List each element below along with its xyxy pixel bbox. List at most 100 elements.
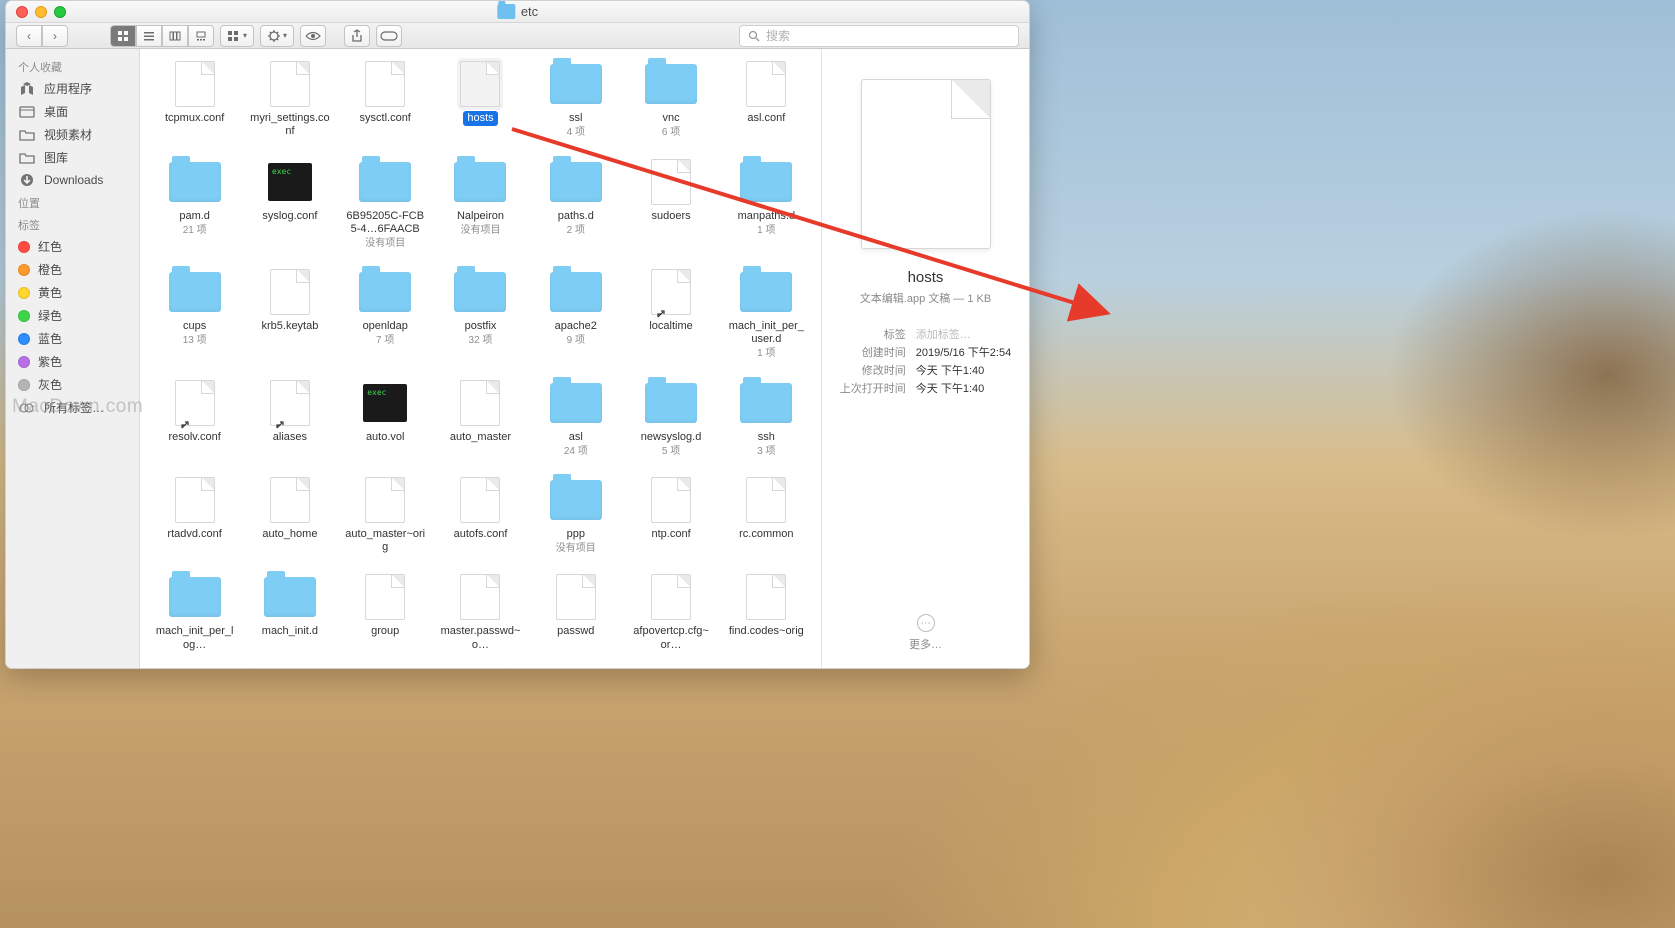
sidebar-tag-蓝色[interactable]: 蓝色 — [6, 327, 139, 350]
file-item[interactable]: hosts — [436, 61, 525, 143]
file-item[interactable]: manpaths.d1 项 — [722, 159, 811, 254]
file-item[interactable]: apache29 项 — [531, 269, 620, 364]
minimize-window-button[interactable] — [35, 6, 47, 18]
file-item[interactable]: openldap7 项 — [341, 269, 430, 364]
sidebar-item-label: 应用程序 — [44, 80, 92, 97]
file-item[interactable]: ntp.conf — [626, 477, 715, 559]
file-item[interactable]: auto_master — [436, 380, 525, 461]
close-window-button[interactable] — [16, 6, 28, 18]
column-view-button[interactable] — [162, 25, 188, 47]
file-item[interactable]: execsyslog.conf — [245, 159, 334, 254]
file-item[interactable]: vnc6 项 — [626, 61, 715, 143]
sidebar-item-label: Downloads — [44, 173, 103, 187]
folder-icon — [550, 272, 602, 312]
file-item[interactable]: auto_master~orig — [341, 477, 430, 559]
file-item[interactable]: sysctl.conf — [341, 61, 430, 143]
file-label: resolv.conf — [164, 430, 224, 445]
file-label: Nalpeiron — [453, 209, 508, 224]
file-item[interactable]: sudoers — [626, 159, 715, 254]
search-input[interactable]: 搜索 — [739, 25, 1019, 47]
file-label: cups — [179, 319, 210, 334]
sidebar-item-桌面[interactable]: 桌面 — [6, 100, 139, 123]
folder-icon — [645, 383, 697, 423]
preview-more-button[interactable]: ⋯ 更多… — [909, 594, 942, 652]
file-label: myri_settings.conf — [245, 111, 334, 139]
file-item[interactable]: afpovertcp.cfg~or… — [626, 574, 715, 656]
file-item[interactable]: aliases — [245, 380, 334, 461]
sidebar-tag-紫色[interactable]: 紫色 — [6, 350, 139, 373]
file-item[interactable]: 6B95205C-FCB5-4…6FAACB没有项目 — [341, 159, 430, 254]
folder-icon — [740, 272, 792, 312]
alias-badge-icon — [656, 306, 666, 316]
file-subtitle: 7 项 — [376, 334, 394, 347]
meta-key: 标签 — [840, 326, 906, 342]
file-item[interactable]: krb5.keytab — [245, 269, 334, 364]
tag-dot-icon — [18, 379, 30, 391]
quick-look-button[interactable] — [300, 25, 326, 47]
file-item[interactable]: passwd — [531, 574, 620, 656]
meta-value[interactable]: 添加标签… — [916, 326, 1011, 342]
file-item[interactable]: autofs.conf — [436, 477, 525, 559]
file-item[interactable]: myri_settings.conf — [245, 61, 334, 143]
file-item[interactable]: rc.common — [722, 477, 811, 559]
file-item[interactable]: pam.d21 项 — [150, 159, 239, 254]
file-item[interactable]: localtime — [626, 269, 715, 364]
share-button[interactable] — [344, 25, 370, 47]
file-item[interactable]: master.passwd~o… — [436, 574, 525, 656]
sidebar-tag-灰色[interactable]: 灰色 — [6, 373, 139, 396]
file-item[interactable]: mach_init_per_user.d1 项 — [722, 269, 811, 364]
sidebar-item-label: 绿色 — [38, 307, 62, 324]
file-item[interactable]: find.codes~orig — [722, 574, 811, 656]
sidebar-tag-黄色[interactable]: 黄色 — [6, 281, 139, 304]
sidebar-item-视频素材[interactable]: 视频素材 — [6, 123, 139, 146]
sidebar-tag-红色[interactable]: 红色 — [6, 235, 139, 258]
file-label: auto_master~orig — [341, 527, 430, 555]
file-item[interactable]: rtadvd.conf — [150, 477, 239, 559]
file-item[interactable]: asl24 项 — [531, 380, 620, 461]
file-item[interactable]: execauto.vol — [341, 380, 430, 461]
preview-kind: 文本编辑.app 文稿 — 1 KB — [860, 290, 991, 306]
file-item[interactable]: ppp没有项目 — [531, 477, 620, 559]
sidebar-item-label: 红色 — [38, 238, 62, 255]
file-item[interactable]: asl.conf — [722, 61, 811, 143]
file-item[interactable]: mach_init_per_log… — [150, 574, 239, 656]
file-item[interactable]: Nalpeiron没有项目 — [436, 159, 525, 254]
document-icon — [651, 269, 691, 315]
action-menu-button[interactable]: ▾ — [260, 25, 294, 47]
file-item[interactable]: auto_home — [245, 477, 334, 559]
preview-thumbnail — [861, 79, 991, 249]
icon-view-button[interactable] — [110, 25, 136, 47]
sidebar-item-label: 黄色 — [38, 284, 62, 301]
forward-button[interactable]: › — [42, 25, 68, 47]
file-label: ssl — [565, 111, 586, 126]
file-item[interactable]: newsyslog.d5 项 — [626, 380, 715, 461]
file-item[interactable]: group — [341, 574, 430, 656]
sidebar-item-downloads[interactable]: Downloads — [6, 169, 139, 191]
sidebar-tag-橙色[interactable]: 橙色 — [6, 258, 139, 281]
document-icon — [270, 269, 310, 315]
file-item[interactable]: tcpmux.conf — [150, 61, 239, 143]
sidebar-item-图库[interactable]: 图库 — [6, 146, 139, 169]
sidebar-section-locations: 位置 — [6, 191, 139, 213]
group-by-button[interactable]: ▾ — [220, 25, 254, 47]
file-subtitle: 没有项目 — [556, 542, 596, 555]
sidebar-tag-绿色[interactable]: 绿色 — [6, 304, 139, 327]
zoom-window-button[interactable] — [54, 6, 66, 18]
document-icon — [746, 574, 786, 620]
folder-icon — [264, 577, 316, 617]
file-item[interactable]: ssl4 项 — [531, 61, 620, 143]
back-button[interactable]: ‹ — [16, 25, 42, 47]
finder-window: etc ‹ › ▾ ▾ — [5, 0, 1030, 669]
list-view-button[interactable] — [136, 25, 162, 47]
tags-button[interactable] — [376, 25, 402, 47]
gallery-view-button[interactable] — [188, 25, 214, 47]
file-item[interactable]: paths.d2 项 — [531, 159, 620, 254]
file-item[interactable]: cups13 项 — [150, 269, 239, 364]
file-item[interactable]: ssh3 项 — [722, 380, 811, 461]
folder-icon — [497, 4, 515, 19]
file-item[interactable]: postfix32 项 — [436, 269, 525, 364]
file-item[interactable]: mach_init.d — [245, 574, 334, 656]
file-subtitle: 21 项 — [183, 224, 207, 237]
sidebar-item-应用程序[interactable]: 应用程序 — [6, 77, 139, 100]
file-item[interactable]: resolv.conf — [150, 380, 239, 461]
